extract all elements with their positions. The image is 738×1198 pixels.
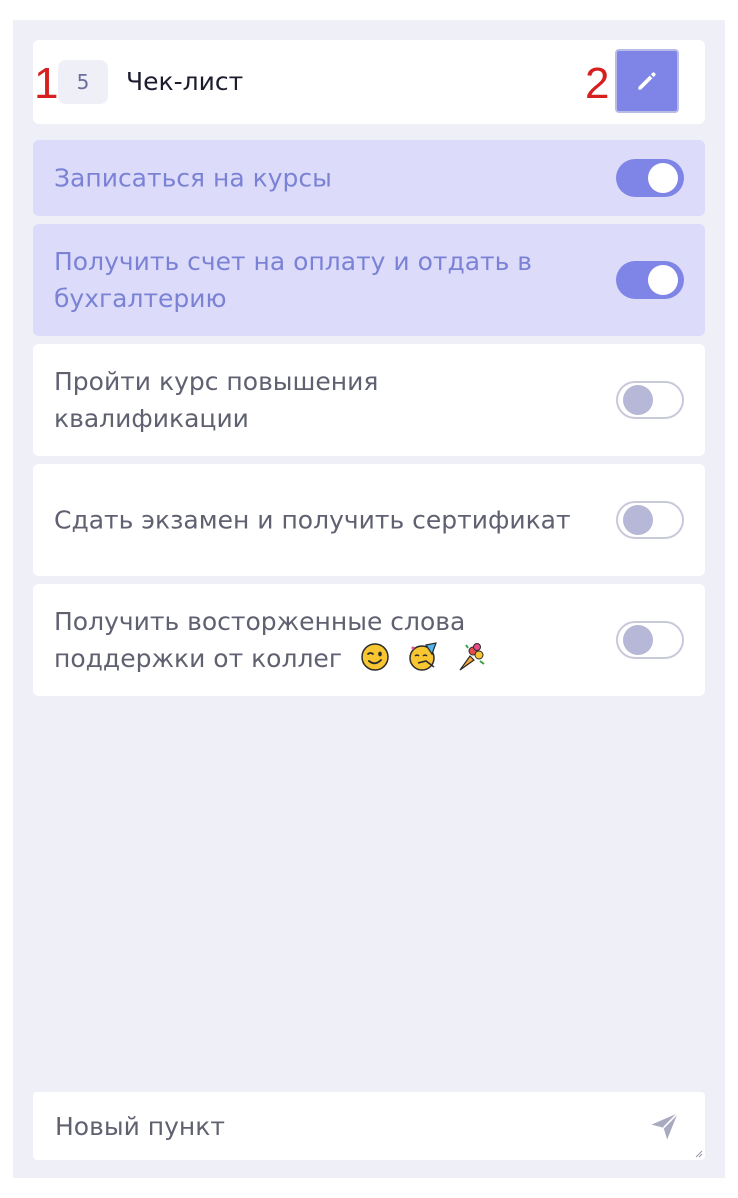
toggle-knob <box>648 163 678 193</box>
send-button[interactable] <box>645 1106 685 1146</box>
checklist-item-label-wrap: Получить восторженные слова поддержки от… <box>54 603 574 677</box>
checklist-item: Получить восторженные слова поддержки от… <box>33 584 705 696</box>
annotation-marker-1: 1 <box>34 59 59 108</box>
checklist-item: Записаться на курсы <box>33 140 705 216</box>
checklist-item-label: Пройти курс повышения квалификации <box>54 367 379 433</box>
toggle-knob <box>623 385 653 415</box>
new-item-input[interactable] <box>55 1106 635 1146</box>
annotation-marker-2: 2 <box>585 59 610 108</box>
checklist-item-label: Получить восторженные слова поддержки от… <box>54 607 466 673</box>
checklist-item-label: Сдать экзамен и получить сертификат <box>54 505 571 535</box>
item-toggle[interactable] <box>616 501 684 539</box>
toggle-knob <box>648 265 678 295</box>
checklist-item: Пройти курс повышения квалификации <box>33 344 705 456</box>
resize-grip-icon[interactable] <box>693 1148 703 1158</box>
checklist-item-label: Записаться на курсы <box>54 163 332 193</box>
send-icon <box>651 1112 679 1140</box>
item-count-badge: 5 <box>58 60 108 104</box>
partying-face-icon <box>409 642 437 671</box>
edit-button[interactable] <box>615 49 679 113</box>
checklist-item-label: Получить счет на оплату и отдать в бухга… <box>54 247 533 313</box>
checklist-title: Чек-лист <box>126 67 244 96</box>
bouquet-icon <box>459 643 485 671</box>
item-toggle[interactable] <box>616 621 684 659</box>
item-toggle[interactable] <box>616 261 684 299</box>
toggle-knob <box>623 505 653 535</box>
toggle-knob <box>623 625 653 655</box>
item-toggle[interactable] <box>616 159 684 197</box>
checklist-item: Сдать экзамен и получить сертификат <box>33 464 705 576</box>
new-item-row <box>33 1092 705 1160</box>
item-toggle[interactable] <box>616 381 684 419</box>
pencil-icon <box>638 72 656 90</box>
winking-face-icon <box>361 643 389 671</box>
checklist-item: Получить счет на оплату и отдать в бухга… <box>33 224 705 336</box>
